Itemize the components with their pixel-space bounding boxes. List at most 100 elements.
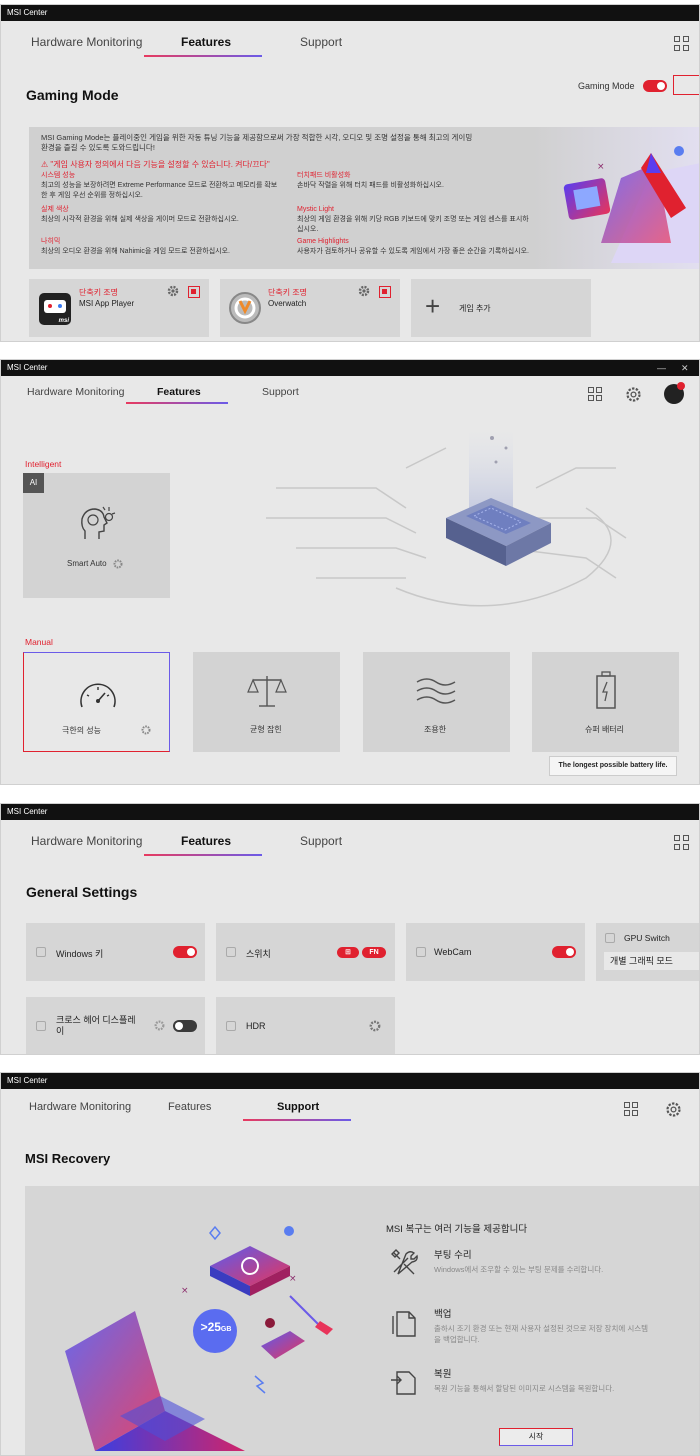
window-titlebar: MSI Center — ✕ [1,360,699,376]
fn-pill[interactable]: FN [362,947,386,958]
banner-intro-line: 환경을 즐길 수 있도록 도와드립니다! [41,143,155,152]
recovery-item-title: 복원 [434,1369,452,1380]
window-title: MSI Center [7,8,48,17]
windows-key-toggle[interactable] [173,946,197,958]
active-tab-underline [144,854,262,856]
add-game-label: 게임 추가 [459,304,491,313]
hdr-icon [226,1021,236,1031]
balance-scale-icon [247,676,287,707]
crosshair-icon [36,1021,46,1031]
battery-icon [596,671,616,709]
tab-support[interactable]: Support [300,35,342,49]
top-nav: Hardware Monitoring Features Support [1,1089,699,1135]
recovery-item-desc: 출하시 조기 환경 또는 현재 사용자 설정된 것으로 저장 장치에 시스템 [434,1324,649,1333]
battery-tooltip: The longest possible battery life. [549,756,677,776]
gaming-mode-window: MSI Center Hardware Monitoring Features … [0,4,700,342]
tab-hardware-monitoring[interactable]: Hardware Monitoring [31,35,142,49]
page-title: Gaming Mode [26,87,119,103]
feature-item: Mystic Light 최상의 게임 환경을 위해 키당 RGB 키보드에 맞… [297,205,567,235]
recovery-item-desc: 복원 기능을 통해서 할당된 이미지로 시스템을 복원합니다. [434,1384,615,1393]
mode-card-super-battery[interactable]: 슈퍼 배터리 [532,652,679,752]
gaming-mode-toggle[interactable] [643,80,667,92]
recovery-item-title: 부팅 수리 [434,1250,472,1261]
top-nav: Hardware Monitoring Features Support [1,820,699,866]
wave-icon [416,678,456,704]
tab-hardware-monitoring[interactable]: Hardware Monitoring [29,1101,131,1113]
mode-label: 극한의 성능 [62,726,102,735]
tab-features[interactable]: Features [181,35,231,49]
gear-icon[interactable] [625,386,642,403]
webcam-toggle[interactable] [552,946,576,958]
stop-icon[interactable] [188,286,200,298]
grid-view-icon[interactable] [674,36,690,52]
tab-hardware-monitoring[interactable]: Hardware Monitoring [31,834,142,848]
mode-card-silent[interactable]: 조용한 [363,652,510,752]
grid-view-icon[interactable] [588,387,604,403]
overwatch-logo [229,292,261,324]
tools-icon [391,1249,418,1275]
feature-item: 터치패드 비활성화 손바닥 작렬을 위해 터치 패드를 비활성화하십시오. [297,171,567,191]
grid-view-icon[interactable] [674,835,690,851]
crosshair-toggle[interactable] [173,1020,197,1032]
tab-hardware-monitoring[interactable]: Hardware Monitoring [27,386,124,398]
close-icon[interactable]: ✕ [681,360,689,376]
feature-item-title: Mystic Light [297,206,334,213]
gear-icon[interactable] [141,725,151,735]
game-card[interactable]: 단축키 조명 Overwatch [220,279,400,337]
setting-card-webcam: WebCam [406,923,585,981]
switch-icon [226,947,236,957]
setting-card-gpu-switch: GPU Switch 개별 그래픽 모드 [596,923,699,981]
tab-features[interactable]: Features [168,1101,211,1113]
tab-support[interactable]: Support [277,1101,319,1113]
setting-label: GPU Switch [624,933,670,943]
setting-label: HDR [246,1021,266,1031]
feature-item: 시스템 성능 최고의 성능을 보장하려면 Extreme Performance… [41,171,311,201]
game-card[interactable]: msi 단축키 조명 MSI App Player [29,279,209,337]
setting-label-line: 이 [56,1026,65,1036]
feature-item-title: 나히믹 [41,238,61,245]
grid-view-icon[interactable] [624,1102,640,1118]
feature-item-desc: 사용자가 검토하거나 공유할 수 있도록 게임에서 가장 좋은 순간을 기록하십… [297,248,529,255]
start-button[interactable]: 시작 [499,1428,573,1446]
gear-icon[interactable] [369,1020,381,1032]
warning-icon: ⚠ [41,160,49,169]
window-title: MSI Center [7,807,48,816]
smart-auto-label: Smart Auto [67,559,107,568]
tab-features[interactable]: Features [181,834,231,848]
setting-label: 크로스 헤어 디스플레 이 [56,1015,136,1037]
gear-icon[interactable] [167,285,179,297]
gpu-mode-select[interactable]: 개별 그래픽 모드 [604,952,699,970]
page-title: General Settings [26,884,138,900]
setting-card-crosshair: 크로스 헤어 디스플레 이 [26,997,205,1054]
gear-icon[interactable] [358,285,370,297]
setting-label: WebCam [434,947,472,957]
window-titlebar: MSI Center [1,1073,699,1089]
tab-support[interactable]: Support [262,386,299,398]
tab-features[interactable]: Features [157,386,201,398]
more-button[interactable] [673,75,699,95]
gear-icon[interactable] [665,1101,682,1118]
gear-icon[interactable] [154,1020,165,1031]
windows-pill[interactable]: ⊞ [337,947,359,958]
speedometer-icon [80,683,116,708]
game-shortcut-label: 단축키 조명 [79,288,119,297]
gear-icon[interactable] [113,559,123,569]
page-title: MSI Recovery [25,1151,111,1166]
mode-card-balanced[interactable]: 균형 잡힌 [193,652,340,752]
tab-support[interactable]: Support [300,834,342,848]
game-shortcut-label: 단축키 조명 [268,288,308,297]
stop-icon[interactable] [379,286,391,298]
add-game-button[interactable]: + 게임 추가 [411,279,591,337]
msi-logo-text: msi [58,318,69,324]
setting-card-switch: 스위치 ⊞ FN [216,923,395,981]
user-avatar[interactable] [664,382,685,404]
setting-card-windows-key: Windows 키 [26,923,205,981]
feature-item-desc: 최상의 시각적 환경을 위해 실제 색상을 게이머 모드로 전환하십시오. [41,216,239,223]
setting-label: 스위치 [246,949,271,959]
mode-card-extreme-performance[interactable]: 극한의 성능 [23,652,170,752]
gpu-icon [605,933,615,943]
minimize-icon[interactable]: — [657,360,666,376]
active-tab-underline [243,1119,351,1121]
smart-auto-card[interactable]: AI Smart Auto [23,473,170,598]
svg-text:×: × [289,1274,297,1284]
